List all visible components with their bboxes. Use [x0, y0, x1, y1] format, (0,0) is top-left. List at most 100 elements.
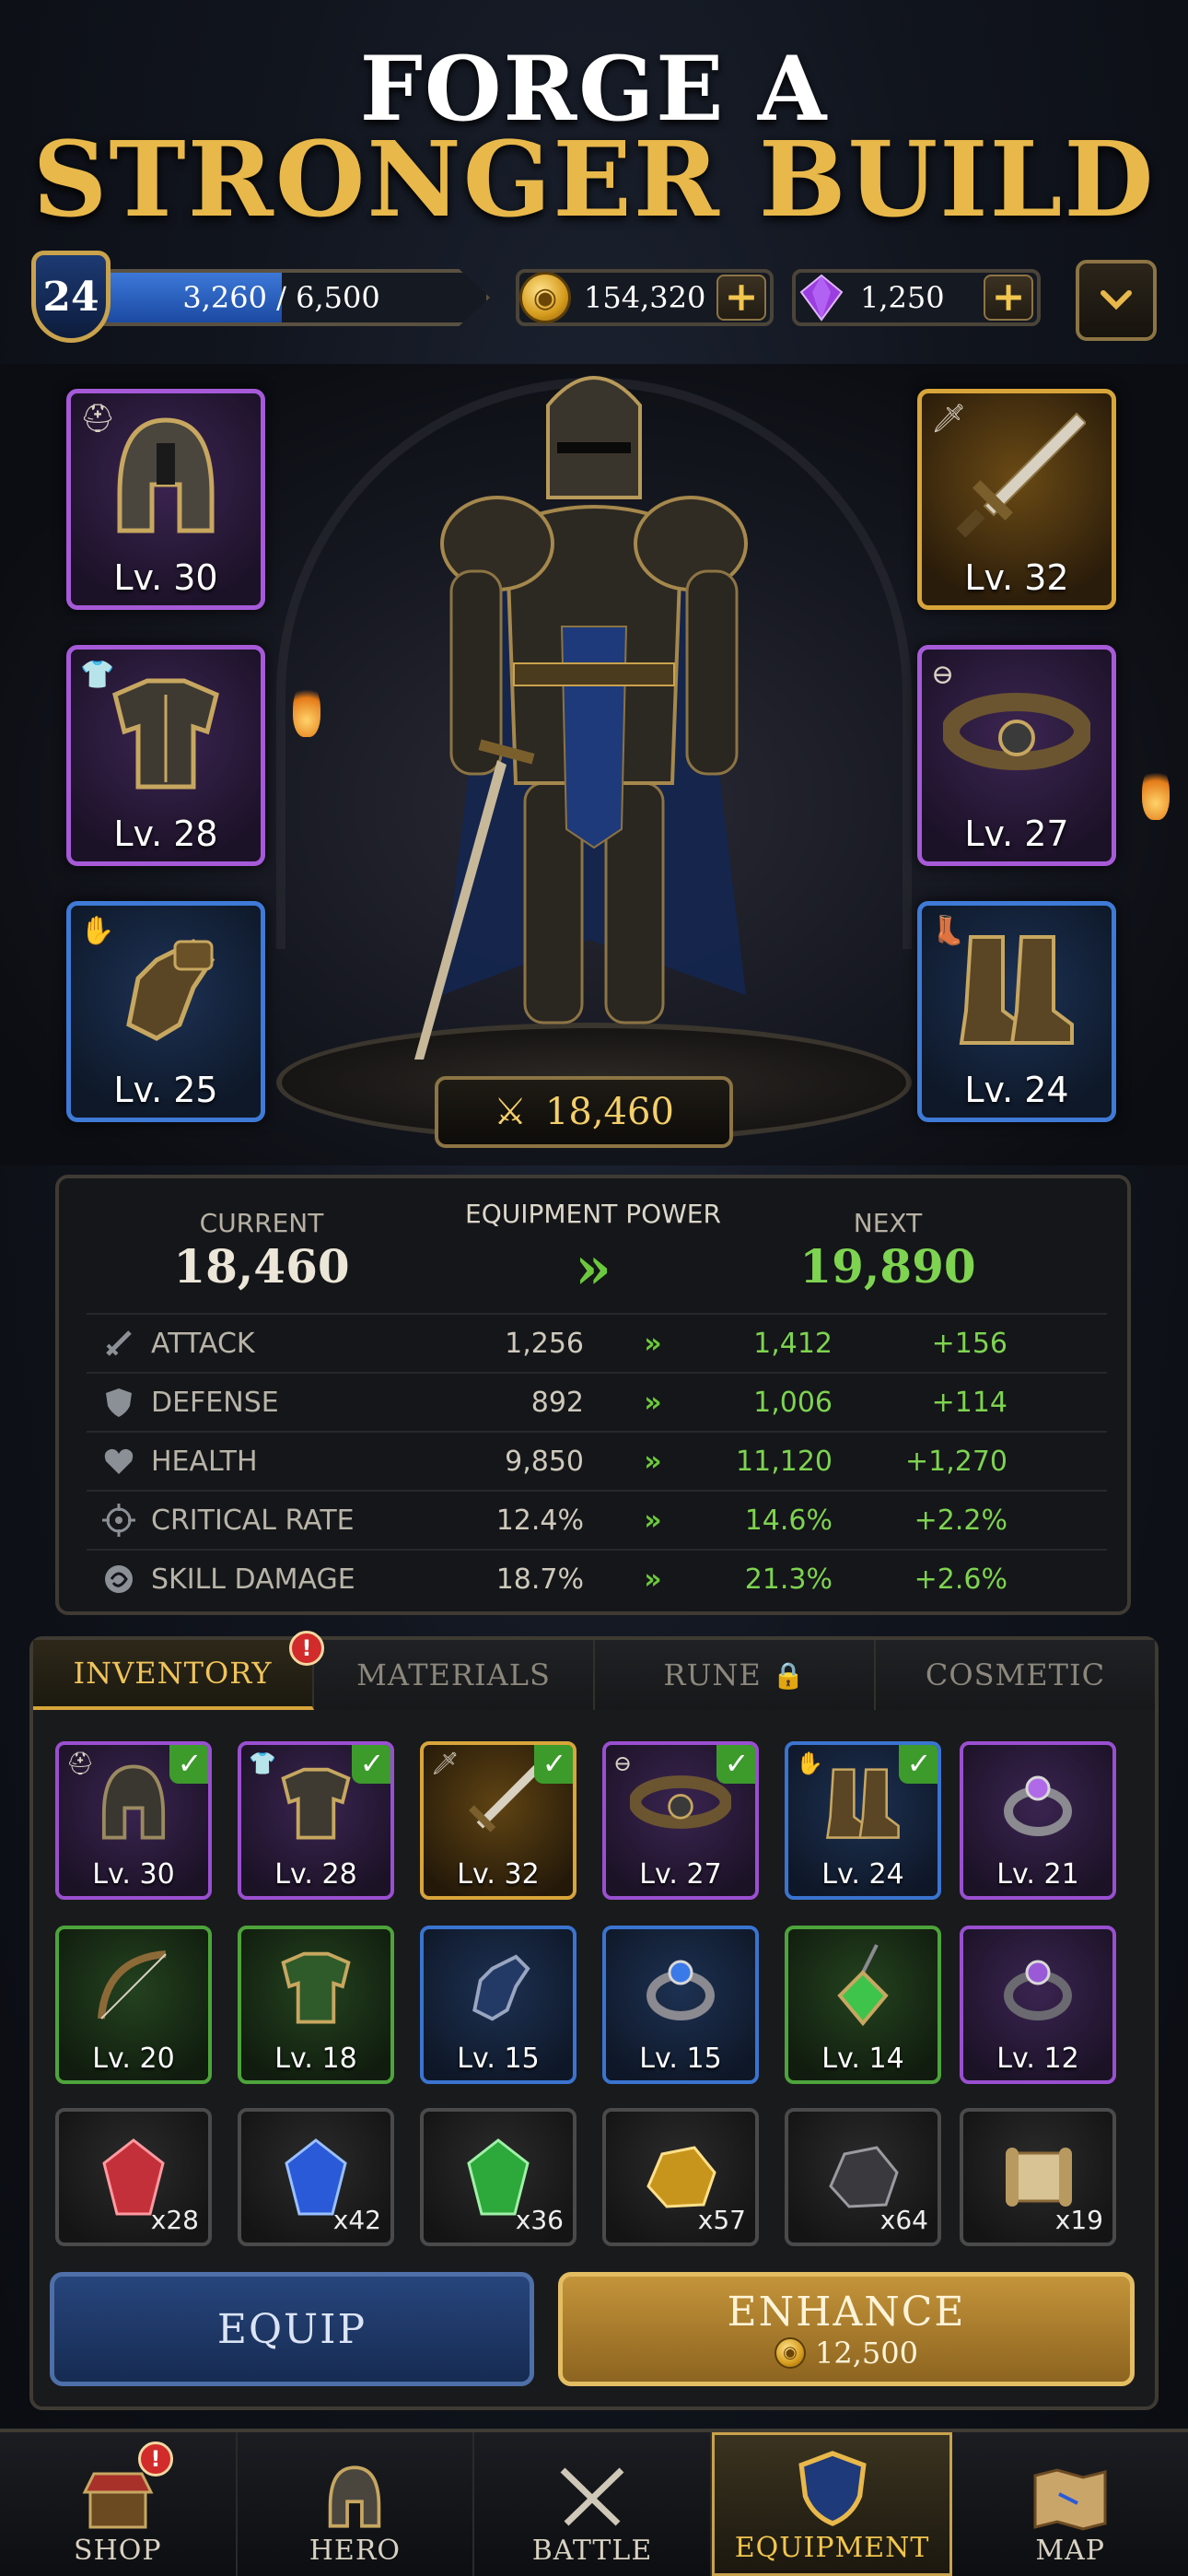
- hero-power-display: ⚔ 18,460: [435, 1076, 733, 1148]
- item-level: Lv. 15: [639, 2043, 722, 2075]
- stat-current: 9,850: [505, 1445, 584, 1478]
- tab-cosmetic[interactable]: COSMETIC: [876, 1640, 1155, 1710]
- inventory-item[interactable]: 🗡 ✓ Lv. 32: [420, 1741, 577, 1900]
- gold-amount: 154,320: [584, 280, 706, 315]
- inventory-item[interactable]: ⛑ ✓ Lv. 30: [55, 1741, 212, 1900]
- inventory-item[interactable]: Lv. 15: [602, 1926, 759, 2084]
- inventory-item[interactable]: Lv. 20: [55, 1926, 212, 2084]
- gloves-type-icon: ✋: [796, 1751, 823, 1776]
- item-level: Lv. 28: [274, 1858, 357, 1891]
- material-item[interactable]: x64: [785, 2108, 941, 2246]
- material-quantity: x19: [1054, 2205, 1103, 2235]
- nav-hero[interactable]: HERO: [238, 2432, 475, 2576]
- player-level-badge[interactable]: 24: [31, 251, 111, 343]
- tab-label: INVENTORY: [73, 1656, 273, 1691]
- gloves-level: Lv. 25: [113, 1070, 218, 1110]
- stat-current: 12.4%: [495, 1504, 584, 1537]
- nav-battle[interactable]: BATTLE: [474, 2432, 712, 2576]
- enhance-label: ENHANCE: [727, 2288, 966, 2336]
- stat-diff: +156: [931, 1327, 1007, 1360]
- shop-alert-badge: !: [138, 2441, 173, 2476]
- stat-current: 1,256: [505, 1327, 584, 1360]
- item-level: Lv. 30: [92, 1858, 175, 1891]
- stat-arrow-icon: »: [644, 1504, 662, 1537]
- equipment-power-panel: CURRENT 18,460 EQUIPMENT POWER » NEXT 19…: [55, 1175, 1131, 1615]
- tab-rune[interactable]: RUNE 🔒: [595, 1640, 876, 1710]
- inventory-item[interactable]: ✋ ✓ Lv. 24: [785, 1741, 941, 1900]
- next-power: 19,890: [799, 1239, 976, 1294]
- equip-slot-armor[interactable]: 👕 Lv. 28: [66, 645, 265, 866]
- stat-name: SKILL DAMAGE: [151, 1563, 355, 1596]
- tab-inventory[interactable]: INVENTORY: [33, 1640, 314, 1710]
- material-item[interactable]: x28: [55, 2108, 212, 2246]
- material-item[interactable]: x42: [238, 2108, 394, 2246]
- nav-label: EQUIPMENT: [734, 2532, 930, 2564]
- gem-amount: 1,250: [860, 280, 945, 315]
- equipped-check-icon: ✓: [352, 1745, 390, 1784]
- equipped-check-icon: ✓: [169, 1745, 208, 1784]
- nav-map[interactable]: MAP: [952, 2432, 1188, 2576]
- enhance-cost: ◉ 12,500: [775, 2336, 918, 2371]
- inventory-item[interactable]: Lv. 18: [238, 1926, 394, 2084]
- material-item[interactable]: x36: [420, 2108, 577, 2246]
- current-label: CURRENT: [199, 1208, 324, 1238]
- xp-bar: 3,260 / 6,500: [103, 269, 490, 326]
- equip-slot-belt[interactable]: ⊖ Lv. 27: [917, 645, 1116, 866]
- bottom-nav: SHOP ! HERO BATTLE EQUIPMENT MAP: [0, 2429, 1188, 2576]
- belt-type-icon: ⊖: [931, 659, 955, 691]
- nav-shop[interactable]: SHOP !: [0, 2432, 238, 2576]
- enhance-cost-value: 12,500: [815, 2335, 918, 2371]
- stat-arrow-icon: »: [644, 1563, 662, 1596]
- inventory-tabs: INVENTORY MATERIALS RUNE 🔒 COSMETIC: [33, 1640, 1155, 1710]
- equipped-check-icon: ✓: [534, 1745, 573, 1784]
- coin-icon: ◉: [775, 2336, 807, 2369]
- inventory-item[interactable]: Lv. 12: [960, 1926, 1116, 2084]
- helmet-icon: [322, 2463, 387, 2535]
- item-level: Lv. 12: [996, 2043, 1079, 2075]
- crossed-swords-icon: ⚔: [494, 1091, 527, 1133]
- current-power: 18,460: [173, 1239, 350, 1294]
- stat-name: DEFENSE: [151, 1386, 279, 1419]
- nav-label: BATTLE: [531, 2535, 653, 2567]
- bow-icon: [59, 1929, 208, 2043]
- heart-icon: [87, 1445, 151, 1478]
- swirl-icon: [87, 1563, 151, 1596]
- equip-slot-helmet[interactable]: ⛑ Lv. 30: [66, 389, 265, 610]
- inventory-item[interactable]: Lv. 14: [785, 1926, 941, 2084]
- item-level: Lv. 27: [639, 1858, 722, 1891]
- helmet-type-icon: ⛑: [80, 403, 116, 435]
- equip-slot-weapon[interactable]: 🗡 Lv. 32: [917, 389, 1116, 610]
- material-quantity: x36: [515, 2205, 564, 2235]
- stat-row-critical-rate: CRITICAL RATE 12.4% » 14.6% +2.2%: [87, 1490, 1107, 1549]
- tab-materials[interactable]: MATERIALS: [314, 1640, 595, 1710]
- stat-diff: +114: [931, 1386, 1007, 1419]
- equipment-power-label: EQUIPMENT POWER: [465, 1199, 721, 1229]
- inventory-item[interactable]: Lv. 15: [420, 1926, 577, 2084]
- knight-hero-icon: [414, 376, 748, 1060]
- armor-type-icon: 👕: [249, 1751, 276, 1776]
- equip-button[interactable]: EQUIP: [50, 2272, 534, 2386]
- shield-icon: [798, 2449, 868, 2532]
- sword-icon: [87, 1327, 151, 1360]
- equip-slot-gloves[interactable]: ✋ Lv. 25: [66, 901, 265, 1122]
- enhance-button[interactable]: ENHANCE ◉ 12,500: [558, 2272, 1135, 2386]
- material-item[interactable]: x57: [602, 2108, 759, 2246]
- stat-next: 11,120: [736, 1445, 833, 1478]
- add-gems-button[interactable]: +: [984, 275, 1033, 321]
- nav-label: HERO: [309, 2535, 402, 2567]
- inventory-item[interactable]: Lv. 21: [960, 1741, 1116, 1900]
- equipped-check-icon: ✓: [716, 1745, 755, 1784]
- dropdown-chevron-button[interactable]: [1076, 260, 1157, 341]
- stat-row-skill-damage: SKILL DAMAGE 18.7% » 21.3% +2.6%: [87, 1549, 1107, 1608]
- helmet-type-icon: ⛑: [66, 1751, 95, 1776]
- material-quantity: x42: [332, 2205, 381, 2235]
- stat-diff: +2.2%: [914, 1504, 1007, 1537]
- inventory-alert-badge: !: [289, 1631, 324, 1666]
- inventory-item[interactable]: 👕 ✓ Lv. 28: [238, 1741, 394, 1900]
- add-gold-button[interactable]: +: [716, 275, 766, 321]
- nav-equipment[interactable]: EQUIPMENT: [711, 2432, 953, 2576]
- material-item[interactable]: x19: [960, 2108, 1116, 2246]
- equip-slot-boots[interactable]: 👢 Lv. 24: [917, 901, 1116, 1122]
- stat-row-defense: DEFENSE 892 » 1,006 +114: [87, 1372, 1107, 1431]
- inventory-item[interactable]: ⊖ ✓ Lv. 27: [602, 1741, 759, 1900]
